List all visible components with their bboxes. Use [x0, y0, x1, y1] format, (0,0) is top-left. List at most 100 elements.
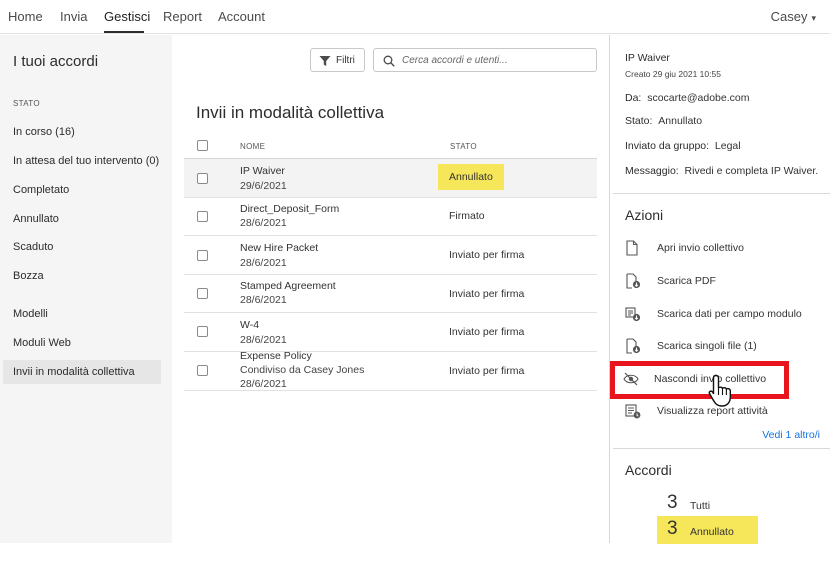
agreements-heading: Accordi [625, 462, 672, 478]
row-status: Inviato per firma [449, 326, 525, 338]
action-label: Apri invio collettivo [657, 242, 744, 254]
search-icon [383, 55, 395, 67]
see-more-link[interactable]: Vedi 1 altro/i [762, 429, 820, 441]
agreement-count-all[interactable]: 3 Tutti [657, 490, 758, 518]
action-download-files[interactable]: Scarica singoli file (1) [613, 334, 830, 358]
row-name: Direct_Deposit_Form [240, 203, 340, 215]
filter-button[interactable]: Filtri [310, 48, 365, 72]
action-download-form-data[interactable]: Scarica dati per campo modulo [613, 302, 830, 326]
filter-icon [319, 56, 331, 66]
action-hide-bulk-send[interactable]: Nascondi invio collettivo [610, 361, 789, 399]
user-name: Casey [770, 9, 808, 24]
detail-group-key: Inviato da gruppo: [625, 140, 710, 152]
tab-gestisci[interactable]: Gestisci [104, 9, 150, 24]
download-csv-icon [625, 307, 641, 322]
action-label: Scarica PDF [657, 275, 716, 287]
sidebar-item-moduli-web[interactable]: Moduli Web [3, 331, 161, 355]
action-label: Scarica dati per campo modulo [657, 308, 802, 320]
panel-divider [613, 448, 830, 449]
count-number: 3 [667, 492, 678, 513]
row-status: Inviato per firma [449, 288, 525, 300]
sidebar-item-in-attesa[interactable]: In attesa del tuo intervento (0) [3, 149, 161, 173]
panel-divider [613, 193, 830, 194]
row-checkbox[interactable] [197, 365, 208, 376]
row-date: 28/6/2021 [240, 217, 287, 229]
count-number: 3 [667, 518, 678, 539]
row-date: 28/6/2021 [240, 378, 287, 390]
top-nav: Home Invia Gestisci Report Account Casey… [0, 0, 830, 34]
count-label: Tutti [690, 500, 711, 512]
row-date: 28/6/2021 [240, 257, 287, 269]
detail-group-value: Legal [714, 140, 741, 152]
action-label: Scarica singoli file (1) [657, 340, 757, 352]
sidebar-item-scaduto[interactable]: Scaduto [3, 235, 161, 259]
detail-message: Messaggio: Rivedi e completa IP Waiver. [625, 165, 818, 177]
sidebar-item-annullato[interactable]: Annullato [3, 207, 161, 231]
column-header-name[interactable]: NOME [240, 142, 265, 151]
table-row[interactable]: Direct_Deposit_Form 28/6/2021 Firmato [184, 198, 597, 236]
row-shared-by: Condiviso da Casey Jones [240, 364, 365, 376]
sidebar-item-in-corso[interactable]: In corso (16) [3, 120, 161, 144]
count-label: Annullato [690, 526, 734, 538]
detail-group: Inviato da gruppo: Legal [625, 140, 741, 152]
report-icon [625, 404, 641, 419]
row-name: Expense Policy [240, 350, 312, 362]
detail-message-value: Rivedi e completa IP Waiver. [684, 165, 819, 177]
search-box[interactable] [373, 48, 597, 72]
tab-report[interactable]: Report [163, 9, 202, 24]
detail-status-value: Annullato [658, 115, 703, 127]
search-input[interactable] [402, 52, 590, 68]
action-download-pdf[interactable]: Scarica PDF [613, 269, 830, 293]
sidebar-item-bozza[interactable]: Bozza [3, 264, 161, 288]
row-checkbox[interactable] [197, 250, 208, 261]
row-name: W-4 [240, 319, 260, 331]
tab-home[interactable]: Home [8, 9, 43, 24]
action-open-bulk-send[interactable]: Apri invio collettivo [613, 236, 830, 260]
agreement-count-cancelled[interactable]: 3 Annullato [657, 516, 758, 544]
table-row[interactable]: New Hire Packet 28/6/2021 Inviato per fi… [184, 236, 597, 275]
tab-account[interactable]: Account [218, 9, 265, 24]
table-row[interactable]: Expense Policy Condiviso da Casey Jones … [184, 350, 597, 391]
user-menu[interactable]: Casey ▾ [771, 9, 816, 24]
table-row[interactable]: W-4 28/6/2021 Inviato per firma [184, 313, 597, 352]
row-name: Stamped Agreement [240, 280, 336, 292]
sidebar-item-invii-collettivi[interactable]: Invii in modalità collettiva [3, 360, 161, 384]
hand-cursor-icon [708, 374, 731, 407]
detail-status-key: Stato: [625, 115, 653, 127]
row-date: 28/6/2021 [240, 294, 287, 306]
sidebar-section-label: STATO [13, 99, 40, 108]
row-status: Inviato per firma [449, 365, 525, 377]
list-title: Invii in modalità collettiva [196, 103, 385, 122]
row-checkbox[interactable] [197, 326, 208, 337]
actions-heading: Azioni [625, 207, 664, 223]
detail-from: Da: scocarte@adobe.com [625, 92, 749, 104]
download-pdf-icon [626, 273, 641, 289]
active-tab-indicator [104, 31, 144, 33]
filter-label: Filtri [336, 55, 355, 66]
column-header-status[interactable]: STATO [450, 142, 477, 151]
details-panel: IP Waiver Creato 29 giu 2021 10:55 Da: s… [609, 35, 830, 544]
table-row[interactable]: Stamped Agreement 28/6/2021 Inviato per … [184, 275, 597, 313]
row-status: Firmato [449, 210, 485, 222]
detail-title: IP Waiver [625, 52, 670, 64]
row-status: Annullato [438, 164, 504, 190]
select-all-checkbox[interactable] [197, 140, 208, 151]
table-row[interactable]: IP Waiver 29/6/2021 Annullato [184, 159, 597, 198]
sidebar-item-modelli[interactable]: Modelli [3, 302, 161, 326]
row-name: New Hire Packet [240, 242, 319, 254]
row-checkbox[interactable] [197, 173, 208, 184]
detail-message-key: Messaggio: [625, 165, 679, 177]
row-date: 28/6/2021 [240, 334, 287, 346]
tab-invia[interactable]: Invia [60, 9, 87, 24]
row-name: IP Waiver [240, 165, 285, 177]
row-checkbox[interactable] [197, 211, 208, 222]
eye-hide-icon [623, 372, 639, 386]
detail-from-value: scocarte@adobe.com [647, 92, 750, 104]
row-checkbox[interactable] [197, 288, 208, 299]
document-icon [626, 240, 638, 256]
row-date: 29/6/2021 [240, 180, 287, 192]
download-file-icon [626, 338, 641, 354]
chevron-down-icon: ▾ [811, 13, 816, 23]
row-status: Inviato per firma [449, 249, 525, 261]
sidebar-item-completato[interactable]: Completato [3, 178, 161, 202]
